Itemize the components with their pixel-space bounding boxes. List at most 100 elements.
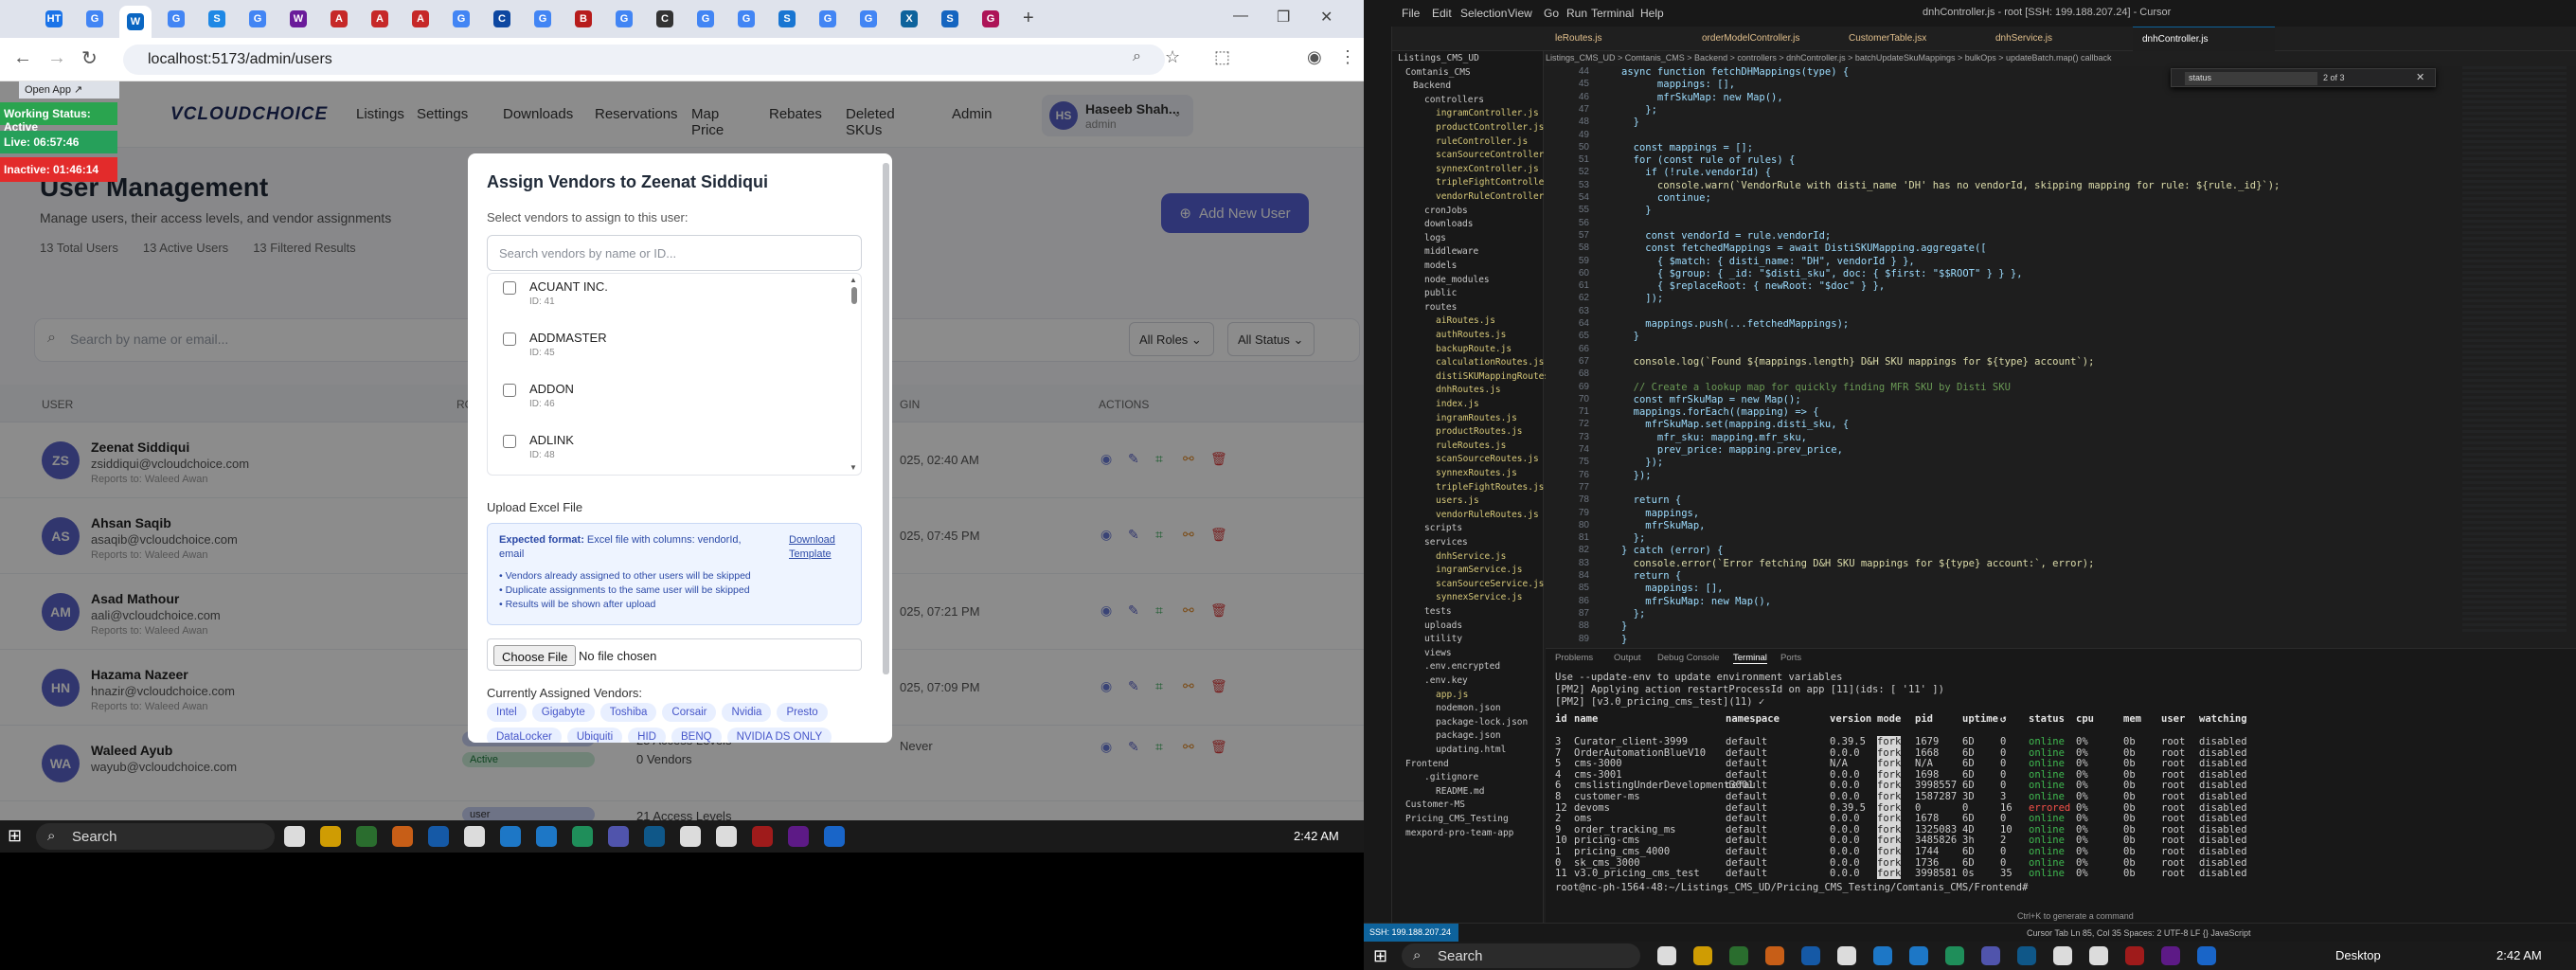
vendor-checkbox[interactable] [503,435,516,448]
taskbar-app-icon[interactable] [428,826,449,847]
taskbar-app-icon[interactable] [1693,946,1712,965]
browser-tab[interactable]: W [282,6,314,32]
taskbar-app-icon[interactable] [2053,946,2072,965]
assigned-vendor-badge[interactable]: HID [628,728,666,743]
editor-tab[interactable]: CustomerTable.jsx [1839,27,1981,51]
explorer-item[interactable]: Frontend [1405,759,1449,769]
explorer-item[interactable]: ruleController.js [1436,136,1528,147]
browser-tab[interactable]: C [486,6,518,32]
zoom-icon[interactable]: ⌕ [1133,48,1141,65]
vendor-checkbox[interactable] [503,384,516,397]
explorer-item[interactable]: aiRoutes.js [1436,315,1495,326]
taskbar-app-icon[interactable] [1657,946,1676,965]
taskbar-app-icon[interactable] [2089,946,2108,965]
browser-tab[interactable]: W [119,6,152,38]
explorer-item[interactable]: scanSourceService.js [1436,579,1544,589]
explorer-item[interactable]: synnexController.js [1436,164,1539,174]
explorer-item[interactable]: Listings_CMS_UD [1398,53,1479,63]
new-tab-icon[interactable]: + [1023,8,1034,29]
browser-tab[interactable]: G [527,6,559,32]
browser-tab[interactable]: HT [38,6,70,32]
minimize-icon[interactable]: — [1233,8,1248,25]
profile-icon[interactable]: ◉ [1307,47,1322,67]
assigned-vendor-badge[interactable]: BENQ [671,728,722,743]
taskbar-app-icon[interactable] [644,826,665,847]
taskbar-app-icon[interactable] [464,826,485,847]
explorer-item[interactable]: app.js [1436,690,1468,700]
vendor-list-item[interactable]: ADDON ID: 46 [488,378,848,425]
taskbar-app-icon[interactable] [1765,946,1784,965]
explorer-item[interactable]: index.js [1436,399,1479,409]
explorer-item[interactable]: cronJobs [1424,206,1468,216]
explorer-item[interactable]: productRoutes.js [1436,426,1523,437]
vendor-checkbox[interactable] [503,332,516,346]
browser-tab[interactable]: A [364,6,396,32]
taskbar-app-icon[interactable] [608,826,629,847]
assigned-vendor-badge[interactable]: DataLocker [487,728,562,743]
remote-indicator[interactable]: SSH: 199.188.207.24 [1364,924,1458,943]
forward-icon[interactable]: → [47,47,66,69]
vendor-search-input[interactable]: Search vendors by name or ID... [487,235,862,271]
explorer-item[interactable]: middleware [1424,246,1478,257]
menu-selection[interactable]: Selection [1460,7,1507,20]
find-close-icon[interactable]: ✕ [2416,71,2424,83]
explorer-item[interactable]: Customer-MS [1405,799,1465,810]
panel-tab-terminal[interactable]: Terminal [1733,653,1767,664]
choose-file-button[interactable]: Choose File [493,645,577,666]
explorer-item[interactable]: ruleRoutes.js [1436,440,1506,451]
explorer-item[interactable]: .env.key [1424,675,1468,686]
browser-tab[interactable]: S [771,6,803,32]
taskbar-app-icon[interactable] [320,826,341,847]
taskbar-app-icon[interactable] [1873,946,1892,965]
assigned-vendor-badge[interactable]: Gigabyte [531,703,595,722]
explorer-item[interactable]: ingramRoutes.js [1436,413,1517,423]
explorer-item[interactable]: scanSourceController.js [1436,150,1561,160]
explorer-item[interactable]: synnexService.js [1436,592,1523,602]
vendor-list-item[interactable]: ADLINK ID: 48 [488,429,848,475]
browser-tab[interactable]: G [812,6,844,32]
explorer-item[interactable]: services [1424,537,1468,548]
explorer-item[interactable]: Backend [1413,81,1451,91]
browser-tab[interactable]: G [689,6,722,32]
explorer-item[interactable]: vendorRuleRoutes.js [1436,510,1539,520]
assigned-vendor-badge[interactable]: Intel [487,703,527,722]
taskbar-app-icon[interactable] [1945,946,1964,965]
assigned-vendor-badge[interactable]: Nvidia [722,703,772,722]
explorer-item[interactable]: productController.js [1436,122,1544,133]
explorer-item[interactable]: views [1424,648,1452,658]
menu-edit[interactable]: Edit [1432,7,1452,20]
explorer-item[interactable]: dnhService.js [1436,551,1506,562]
extensions-icon[interactable]: ⬚ [1214,47,1230,67]
browser-tab[interactable]: G [445,6,477,32]
menu-run[interactable]: Run [1566,7,1587,20]
menu-file[interactable]: File [1402,7,1420,20]
code-editor[interactable]: 44 async function fetchDHMappings(type) {… [1546,66,2576,646]
explorer-item[interactable]: backupRoute.js [1436,344,1512,354]
assigned-vendor-badge[interactable]: Presto [777,703,828,722]
explorer-item[interactable]: Comtanis_CMS [1405,67,1471,78]
explorer-item[interactable]: public [1424,288,1457,298]
editor-tab[interactable]: dnhService.js [1986,27,2128,51]
explorer-item[interactable]: .env.encrypted [1424,661,1500,672]
taskbar-app-icon[interactable] [752,826,773,847]
assigned-vendor-badge[interactable]: Corsair [662,703,717,722]
assigned-vendor-badge[interactable]: NVIDIA DS ONLY [726,728,832,743]
explorer-item[interactable]: tripleFightRoutes.js [1436,482,1544,493]
minimap[interactable] [2462,66,2567,635]
explorer-item[interactable]: scripts [1424,523,1462,533]
vendor-list-item[interactable]: ACUANT INC. ID: 41 [488,276,848,323]
taskbar-app-icon[interactable] [1909,946,1928,965]
scroll-up-icon[interactable]: ▲ [850,276,857,284]
taskbar-app-icon[interactable] [824,826,845,847]
explorer-item[interactable]: synnexRoutes.js [1436,468,1517,478]
explorer-item[interactable]: scanSourceRoutes.js [1436,454,1539,464]
explorer-item[interactable]: ingramController.js [1436,108,1539,118]
explorer-item[interactable]: nodemon.json [1436,703,1501,713]
assigned-vendor-badge[interactable]: Toshiba [599,703,657,722]
taskbar-app-icon[interactable] [2125,946,2144,965]
browser-tab[interactable]: G [160,6,192,32]
taskbar-app-icon[interactable] [2017,946,2036,965]
editor-tab[interactable]: orderModelController.js [1692,27,1834,51]
explorer-item[interactable]: tests [1424,606,1452,617]
explorer-item[interactable]: dnhRoutes.js [1436,385,1501,395]
